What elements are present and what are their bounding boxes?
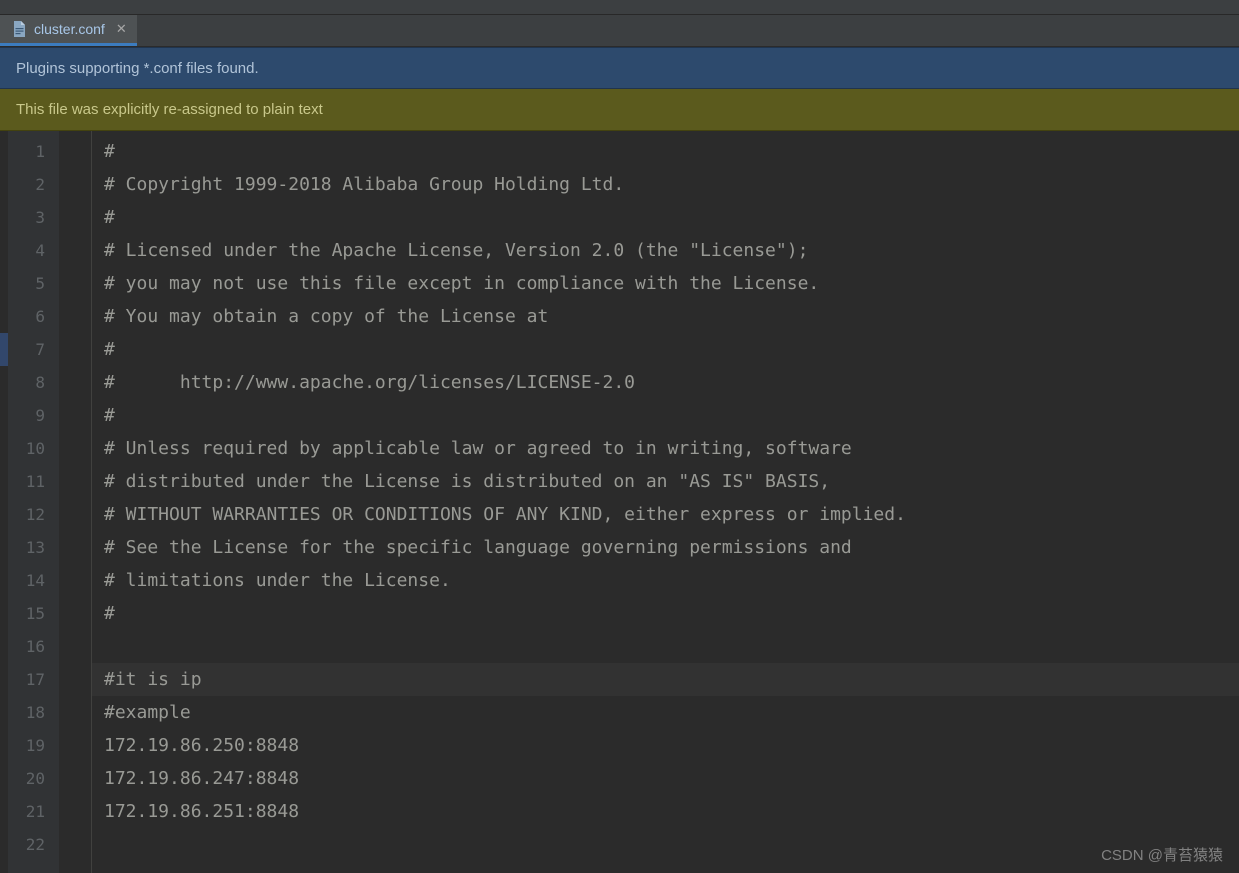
line-number: 21: [8, 795, 59, 828]
code-line[interactable]: 172.19.86.250:8848: [104, 729, 1239, 762]
code-line[interactable]: #: [104, 597, 1239, 630]
plugins-banner-text: Plugins supporting *.conf files found.: [16, 60, 259, 77]
line-number-gutter: 12345678910111213141516171819202122: [8, 131, 60, 873]
code-line[interactable]: # You may obtain a copy of the License a…: [104, 300, 1239, 333]
line-number: 15: [8, 597, 59, 630]
code-line[interactable]: #: [104, 201, 1239, 234]
left-margin: [0, 131, 8, 873]
line-number: 4: [8, 234, 59, 267]
line-number: 10: [8, 432, 59, 465]
code-text-area[interactable]: ## Copyright 1999-2018 Alibaba Group Hol…: [92, 131, 1239, 873]
tab-label: cluster.conf: [34, 21, 105, 37]
file-icon: [12, 21, 27, 37]
line-number: 13: [8, 531, 59, 564]
line-number: 2: [8, 168, 59, 201]
editor-tab-bar: cluster.conf ✕: [0, 15, 1239, 47]
line-number: 17: [8, 663, 59, 696]
reassigned-banner[interactable]: This file was explicitly re-assigned to …: [0, 89, 1239, 131]
editor-area: 12345678910111213141516171819202122 ## C…: [0, 131, 1239, 873]
plugins-banner[interactable]: Plugins supporting *.conf files found.: [0, 47, 1239, 89]
line-number: 12: [8, 498, 59, 531]
line-number: 3: [8, 201, 59, 234]
code-line[interactable]: #example: [104, 696, 1239, 729]
line-number: 20: [8, 762, 59, 795]
gutter-separator: [60, 131, 92, 873]
window-top-bar: [0, 0, 1239, 15]
line-number: 5: [8, 267, 59, 300]
code-line[interactable]: # http://www.apache.org/licenses/LICENSE…: [104, 366, 1239, 399]
line-number: 19: [8, 729, 59, 762]
code-line[interactable]: #: [104, 135, 1239, 168]
code-line[interactable]: # distributed under the License is distr…: [104, 465, 1239, 498]
code-line[interactable]: 172.19.86.247:8848: [104, 762, 1239, 795]
code-line[interactable]: #it is ip: [92, 663, 1239, 696]
line-number: 1: [8, 135, 59, 168]
code-line[interactable]: [104, 630, 1239, 663]
code-line[interactable]: # Licensed under the Apache License, Ver…: [104, 234, 1239, 267]
line-number: 8: [8, 366, 59, 399]
code-line[interactable]: #: [104, 333, 1239, 366]
line-number: 6: [8, 300, 59, 333]
line-number: 9: [8, 399, 59, 432]
line-number: 18: [8, 696, 59, 729]
code-line[interactable]: # WITHOUT WARRANTIES OR CONDITIONS OF AN…: [104, 498, 1239, 531]
code-line[interactable]: [104, 828, 1239, 861]
code-line[interactable]: 172.19.86.251:8848: [104, 795, 1239, 828]
line-number: 14: [8, 564, 59, 597]
line-marker: [0, 333, 8, 366]
reassigned-banner-text: This file was explicitly re-assigned to …: [16, 101, 323, 118]
code-line[interactable]: # Copyright 1999-2018 Alibaba Group Hold…: [104, 168, 1239, 201]
line-number: 7: [8, 333, 59, 366]
code-line[interactable]: #: [104, 399, 1239, 432]
line-number: 16: [8, 630, 59, 663]
close-icon[interactable]: ✕: [112, 21, 127, 37]
code-line[interactable]: # you may not use this file except in co…: [104, 267, 1239, 300]
code-line[interactable]: # See the License for the specific langu…: [104, 531, 1239, 564]
code-line[interactable]: # limitations under the License.: [104, 564, 1239, 597]
file-tab-cluster-conf[interactable]: cluster.conf ✕: [0, 15, 137, 46]
code-line[interactable]: # Unless required by applicable law or a…: [104, 432, 1239, 465]
line-number: 11: [8, 465, 59, 498]
line-number: 22: [8, 828, 59, 861]
